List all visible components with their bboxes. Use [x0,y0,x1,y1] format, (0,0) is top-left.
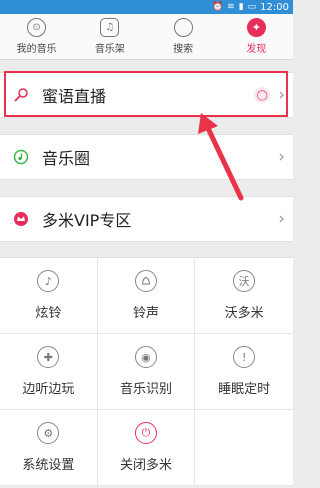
microphone-icon [12,86,30,104]
user-icon: ◯ [254,87,271,103]
chevron-right-icon: › [278,85,285,105]
tab-label: 搜索 [173,44,194,55]
top-tab-bar: ⊙ 我的音乐 ♫ 音乐架 搜索 ✦ 发现 [0,14,293,60]
tab-label: 发现 [246,44,267,55]
music-note-icon: ♫ [100,18,120,37]
tab-label: 音乐架 [94,44,125,55]
music-note-icon: ♪ [37,270,60,292]
row-label: 多米VIP专区 [42,211,132,230]
grid-item-label: 炫铃 [35,306,62,321]
grid-item-label: 沃多米 [224,306,264,321]
grid-item-label: 系统设置 [22,458,75,473]
tab-my-music[interactable]: ⊙ 我的音乐 [0,14,73,59]
grid-item-music-recognize[interactable]: ◉ 音乐识别 [97,334,196,410]
grid-item-label: 音乐识别 [119,382,172,397]
wifi-icon: ≋ [227,2,235,12]
status-time: 12:00 [260,1,289,13]
grid-item-label: 关闭多米 [119,458,172,473]
bell-icon [134,270,157,292]
grid-item-label: 铃声 [132,306,159,321]
chevron-right-icon: › [278,209,285,229]
grid-item-listen-play[interactable]: ✚ 边听边玩 [0,334,98,410]
tab-music-shelf[interactable]: ♫ 音乐架 [73,14,146,59]
vip-crown-icon [12,210,30,228]
row-label: 音乐圈 [42,149,91,168]
signal-icon: ▮ [238,2,244,12]
grid-item-sleep-timer[interactable]: ! 睡眠定时 [195,334,293,410]
grid-item-close-app[interactable]: ⏻ 关闭多米 [97,410,196,486]
grid-item-ringtone-color[interactable]: ♪ 炫铃 [0,258,98,334]
battery-icon: ▭ [247,2,257,12]
feature-grid: ♪ 炫铃 铃声 沃 沃多米 ✚ 边听边玩 ◉ 音乐识别 ! 睡眠定时 ⚙ 系统设… [0,257,293,486]
sleep-timer-icon: ! [233,346,256,368]
grid-item-wo-duomi[interactable]: 沃 沃多米 [195,258,293,334]
row-vip-zone[interactable]: 多米VIP专区 › [0,196,293,242]
music-circle-icon [12,148,30,166]
grid-item-settings[interactable]: ⚙ 系统设置 [0,410,98,486]
row-music-circle[interactable]: 音乐圈 › [0,134,293,180]
recognize-icon: ◉ [134,346,157,368]
search-icon [173,18,193,37]
tab-search[interactable]: 搜索 [147,14,220,59]
compass-icon: ✦ [246,18,266,37]
chevron-right-icon: › [278,147,285,167]
status-bar: ⏰ ≋ ▮ ▭ 12:00 [0,0,293,14]
gamepad-icon: ✚ [37,346,60,368]
alarm-icon: ⏰ [211,2,224,12]
row-label: 蜜语直播 [42,87,107,106]
gear-icon: ⚙ [37,422,60,444]
grid-item-label: 边听边玩 [22,382,75,397]
power-icon: ⏻ [134,422,157,444]
row-live-stream[interactable]: 蜜语直播 ◯ › [0,72,293,118]
wo-icon: 沃 [233,270,256,292]
tab-label: 我的音乐 [16,44,57,55]
headphones-icon: ⊙ [27,18,47,37]
grid-item-label: 睡眠定时 [218,382,271,397]
grid-item-ringtone[interactable]: 铃声 [97,258,196,334]
grid-item-empty [195,410,293,486]
tab-discover[interactable]: ✦ 发现 [220,14,293,59]
